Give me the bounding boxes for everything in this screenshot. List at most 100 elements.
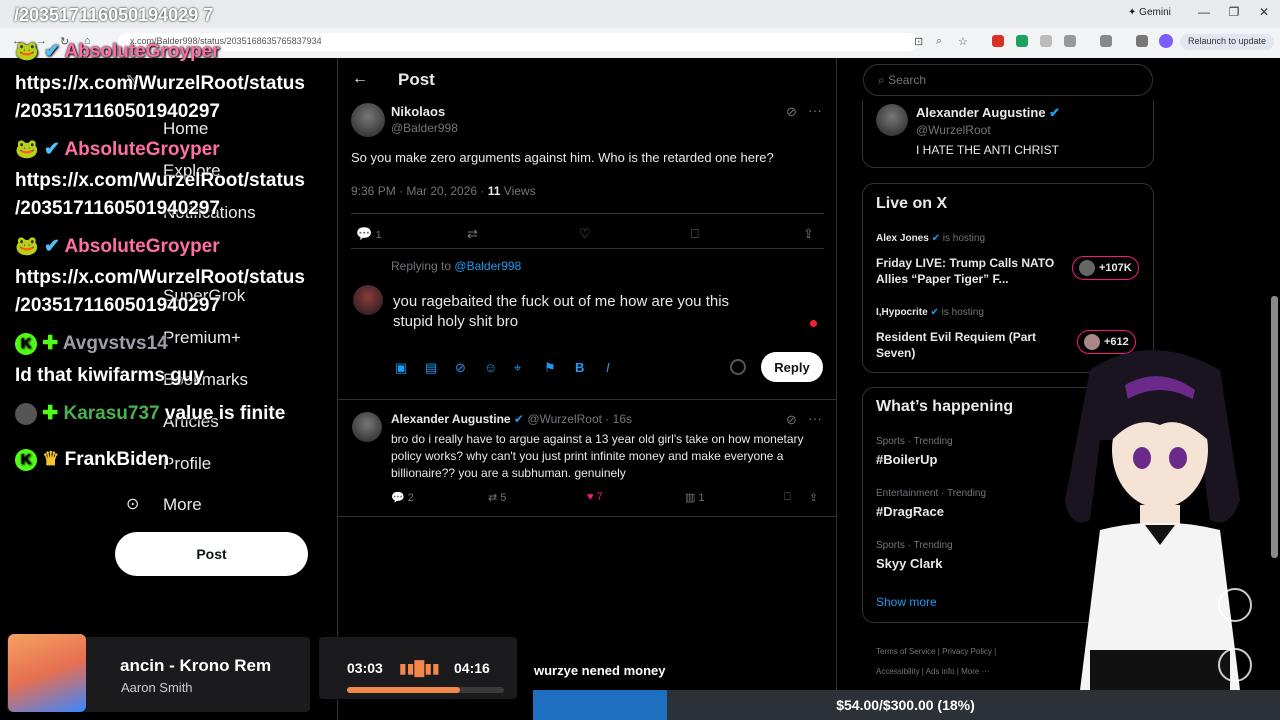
- share-icon[interactable]: ⇪: [803, 226, 814, 242]
- search-input[interactable]: ⌕ Search: [863, 64, 1153, 96]
- divider: [351, 248, 824, 249]
- chat-username: Avgvstvs14: [62, 333, 168, 354]
- gif-icon[interactable]: ▤: [425, 360, 437, 376]
- trend-category: Sports · Trending: [876, 436, 953, 447]
- bookmark-icon[interactable]: ⎕: [691, 226, 699, 242]
- post-meta: 9:36 PM · Mar 20, 2026 · 11 Views: [351, 184, 536, 198]
- nav-more[interactable]: More: [163, 495, 202, 515]
- repost-icon[interactable]: ⇄: [467, 226, 478, 242]
- bookmark-icon[interactable]: ⎕: [784, 491, 791, 504]
- chat-message: K ♛ FrankBiden: [15, 446, 169, 474]
- divider: [338, 399, 836, 400]
- chat-message: https://x.com/WurzelRoot/status: [15, 73, 305, 94]
- live-host: I,Hypocrite ✔ is hosting: [876, 307, 984, 318]
- trend-item[interactable]: #DragRace: [876, 504, 944, 519]
- install-icon[interactable]: ⊡: [914, 35, 923, 48]
- trend-category: Sports · Trending: [876, 540, 953, 551]
- reply-button[interactable]: Reply: [761, 352, 823, 382]
- bold-icon[interactable]: B: [575, 360, 584, 375]
- maximize-icon[interactable]: ❐: [1224, 5, 1244, 19]
- gemini-label: Gemini: [1139, 7, 1171, 18]
- views-label: Views: [503, 184, 536, 198]
- tab-title[interactable]: /203517116050194029 7: [14, 5, 213, 26]
- sparkle-badge-icon: ✚: [42, 403, 59, 424]
- more-options-icon[interactable]: ···: [808, 102, 822, 118]
- extensions-puzzle-icon[interactable]: [1064, 35, 1076, 47]
- avatar[interactable]: [352, 412, 382, 442]
- extension-icon[interactable]: [1016, 35, 1028, 47]
- ticker-text: wurzye nened money: [534, 663, 666, 678]
- more-options-icon[interactable]: ···: [808, 410, 822, 426]
- views-icon: ▥: [685, 492, 696, 504]
- back-arrow-icon[interactable]: ←: [352, 70, 368, 88]
- vtuber-avatar: [1065, 350, 1240, 690]
- live-listeners-pill[interactable]: +107K: [1072, 256, 1139, 280]
- chat-badge-icon: 🐸: [15, 139, 39, 160]
- post-button[interactable]: Post: [115, 532, 308, 576]
- grok-compose-icon[interactable]: ⊘: [455, 360, 466, 376]
- address-bar[interactable]: x.com/Balder998/status/20351686357658379…: [118, 33, 918, 51]
- grok-icon[interactable]: ⊘: [786, 412, 797, 428]
- live-title-item[interactable]: Friday LIVE: Trump Calls NATO Allies “Pa…: [876, 255, 1066, 287]
- gemini-button[interactable]: ✦ Gemini: [1128, 7, 1171, 18]
- reply-action[interactable]: 💬 2: [391, 491, 414, 504]
- location-icon[interactable]: ⌖: [514, 360, 521, 376]
- extension-icon[interactable]: [992, 35, 1004, 47]
- reply-icon: 💬: [391, 492, 405, 504]
- more-circle-icon[interactable]: ⊙: [126, 494, 146, 514]
- chat-message: ✚ Karasu737 value is finite: [15, 400, 285, 428]
- reply-action[interactable]: 💬 1: [356, 226, 381, 242]
- emoji-icon[interactable]: ☺: [484, 360, 497, 375]
- check-badge-icon: ✔: [43, 139, 60, 160]
- schedule-icon[interactable]: ⚑: [544, 360, 556, 376]
- grok-icon[interactable]: ⊘: [786, 104, 797, 120]
- circle-button-icon[interactable]: [1218, 588, 1252, 622]
- chat-badge-icon: 🐸: [15, 41, 39, 62]
- avatar: [353, 285, 383, 315]
- like-action[interactable]: ♥ 7: [587, 491, 603, 503]
- composer-line-1: you ragebaited the fuck out of me how ar…: [393, 293, 730, 310]
- chat-message: Id that kiwifarms guy: [15, 365, 204, 386]
- verified-icon: ✔: [513, 412, 524, 426]
- bookmark-star-icon[interactable]: ☆: [958, 35, 968, 48]
- zoom-icon[interactable]: ⌕: [936, 35, 942, 48]
- sidepanel-icon[interactable]: [1100, 35, 1112, 47]
- chat-message: /2035171160501940297: [15, 101, 221, 122]
- minimize-icon[interactable]: —: [1194, 5, 1214, 19]
- donation-goal-text: $54.00/$300.00 (18%): [836, 697, 975, 713]
- extension-icon[interactable]: [1040, 35, 1052, 47]
- share-icon[interactable]: ⇪: [809, 491, 818, 504]
- avatar[interactable]: [876, 104, 908, 136]
- reply-composer-input[interactable]: you ragebaited the fuck out of me how ar…: [393, 292, 803, 332]
- song-artist: Aaron Smith: [121, 680, 193, 695]
- close-icon[interactable]: ✕: [1254, 5, 1274, 19]
- replying-to: Replying to @Balder998: [391, 259, 521, 273]
- repost-action[interactable]: ⇄ 5: [488, 491, 506, 504]
- post-author[interactable]: Nikolaos: [391, 104, 445, 119]
- image-icon[interactable]: ▣: [395, 360, 407, 376]
- nav-premium[interactable]: Premium+: [163, 328, 241, 348]
- scrollbar[interactable]: [1271, 296, 1278, 558]
- like-icon[interactable]: ♡: [579, 226, 591, 242]
- check-badge-icon: ✔: [43, 41, 60, 62]
- char-counter-icon: [730, 359, 746, 375]
- profile-avatar[interactable]: [1159, 34, 1173, 48]
- show-more-link[interactable]: Show more: [876, 595, 937, 609]
- post-handle[interactable]: @Balder998: [391, 121, 458, 135]
- footer-links[interactable]: Terms of Service | Privacy Policy | Acces…: [876, 642, 996, 682]
- reading-list-icon[interactable]: [1136, 35, 1148, 47]
- trend-item[interactable]: Skyy Clark: [876, 556, 943, 571]
- views-action[interactable]: ▥ 1: [685, 491, 705, 504]
- search-icon: ⌕: [878, 73, 885, 87]
- avatar[interactable]: [351, 103, 385, 137]
- profile-name[interactable]: Alexander Augustine ✔: [916, 105, 1060, 121]
- relaunch-button[interactable]: Relaunch to update: [1180, 34, 1275, 50]
- reply-author[interactable]: Alexander Augustine: [391, 412, 511, 426]
- chat-message: /2035171160501940297: [15, 295, 221, 316]
- circle-button-icon[interactable]: [1218, 648, 1252, 682]
- replying-handle[interactable]: @Balder998: [454, 259, 521, 273]
- nav-profile[interactable]: Profile: [163, 454, 211, 474]
- trend-item[interactable]: #BoilerUp: [876, 452, 937, 467]
- italic-icon[interactable]: I: [606, 360, 610, 375]
- verified-icon: ✔: [1049, 105, 1061, 120]
